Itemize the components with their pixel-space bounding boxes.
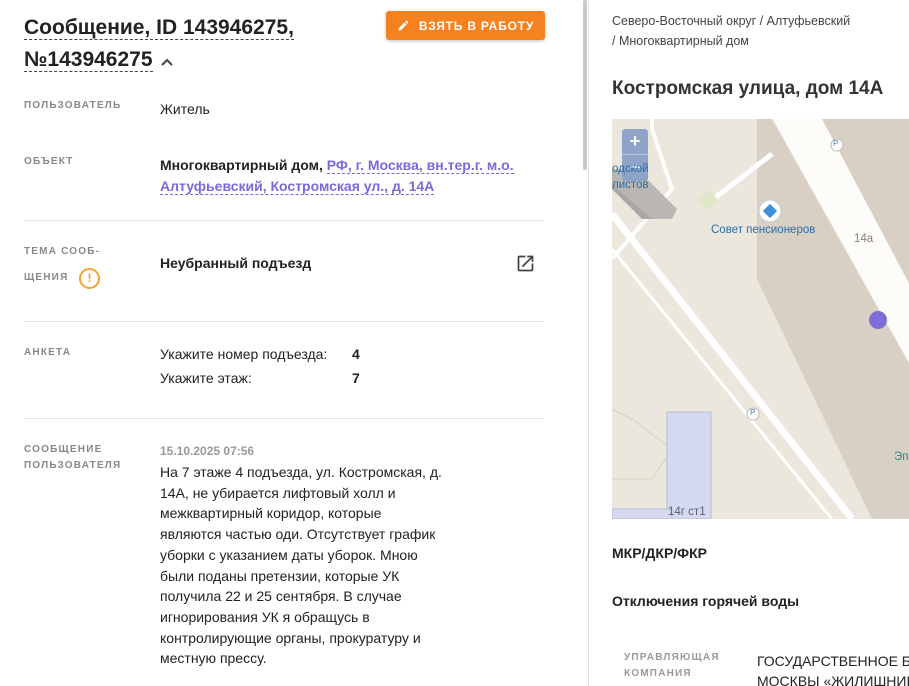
page-title: Сообщение, ID 143946275, №143946275 [24, 16, 294, 72]
chevron-up-icon[interactable] [160, 58, 173, 68]
survey-answer: 4 [352, 346, 360, 362]
message-panel: Сообщение, ID 143946275, №143946275 ВЗЯТ… [0, 0, 584, 686]
warning-icon: ! [79, 268, 100, 289]
map-label: Эп [894, 451, 909, 463]
user-value: Житель [160, 101, 210, 117]
building-label: 14г ст1 [668, 506, 706, 518]
map[interactable]: + − одской листов Совет пенсионеров 14а … [612, 119, 909, 519]
breadcrumb: Северо-Восточный округ / Алтуфьевский / … [612, 14, 851, 48]
topic-value: Неубранный подъезд [160, 255, 312, 271]
parking-icon: P [833, 139, 839, 148]
address-title: Костромская улица, дом 14А [612, 78, 884, 99]
user-label: ПОЛЬЗОВАТЕЛЬ [24, 100, 122, 111]
survey-question: Укажите номер подъезда: [160, 346, 328, 362]
divider [24, 220, 544, 221]
message-text: На 7 этаже 4 подъезда, ул. Костромская, … [160, 464, 442, 667]
object-address-link-2[interactable]: Алтуфьевский, Костромская ул., д. 14А [160, 178, 435, 195]
poi-label[interactable]: Совет пенсионеров [711, 224, 815, 236]
divider [24, 321, 544, 322]
message-date: 15.10.2025 07:56 [160, 444, 255, 458]
pencil-icon [397, 19, 410, 32]
zoom-in-button[interactable]: + [622, 129, 648, 155]
map-label: одской [612, 163, 649, 175]
object-address-link[interactable]: РФ, г. Москва, вн.тер.г. м.о. [326, 157, 514, 174]
survey-label: АНКЕТА [24, 347, 72, 358]
management-company-label: УПРАВЛЯЮЩАЯ КОМПАНИЯ [624, 652, 720, 679]
repair-section-title[interactable]: МКР/ДКР/ФКР [612, 545, 707, 561]
survey-question: Укажите этаж: [160, 370, 252, 386]
scrollbar[interactable] [583, 0, 587, 170]
divider [24, 418, 544, 419]
object-label: ОБЪЕКТ [24, 156, 74, 167]
panel-divider [588, 0, 589, 686]
object-panel: Северо-Восточный округ / Алтуфьевский / … [590, 0, 909, 686]
hot-water-section-title[interactable]: Отключения горячей воды [612, 593, 799, 609]
external-link-icon[interactable] [515, 253, 536, 279]
object-value: Многоквартирный дом, РФ, г. Москва, вн.т… [160, 157, 514, 195]
parking-icon: P [750, 408, 756, 417]
management-company-value: ГОСУДАРСТВЕННОЕ БЮ МОСКВЫ «ЖИЛИШНИК [757, 653, 909, 686]
house-number-label: 14а [854, 233, 874, 245]
survey-answer: 7 [352, 370, 360, 386]
message-label: СООБЩЕНИЕ ПОЛЬЗОВАТЕЛЯ [24, 444, 122, 471]
take-to-work-button[interactable]: ВЗЯТЬ В РАБОТУ [386, 11, 545, 40]
map-label: листов [612, 179, 649, 191]
